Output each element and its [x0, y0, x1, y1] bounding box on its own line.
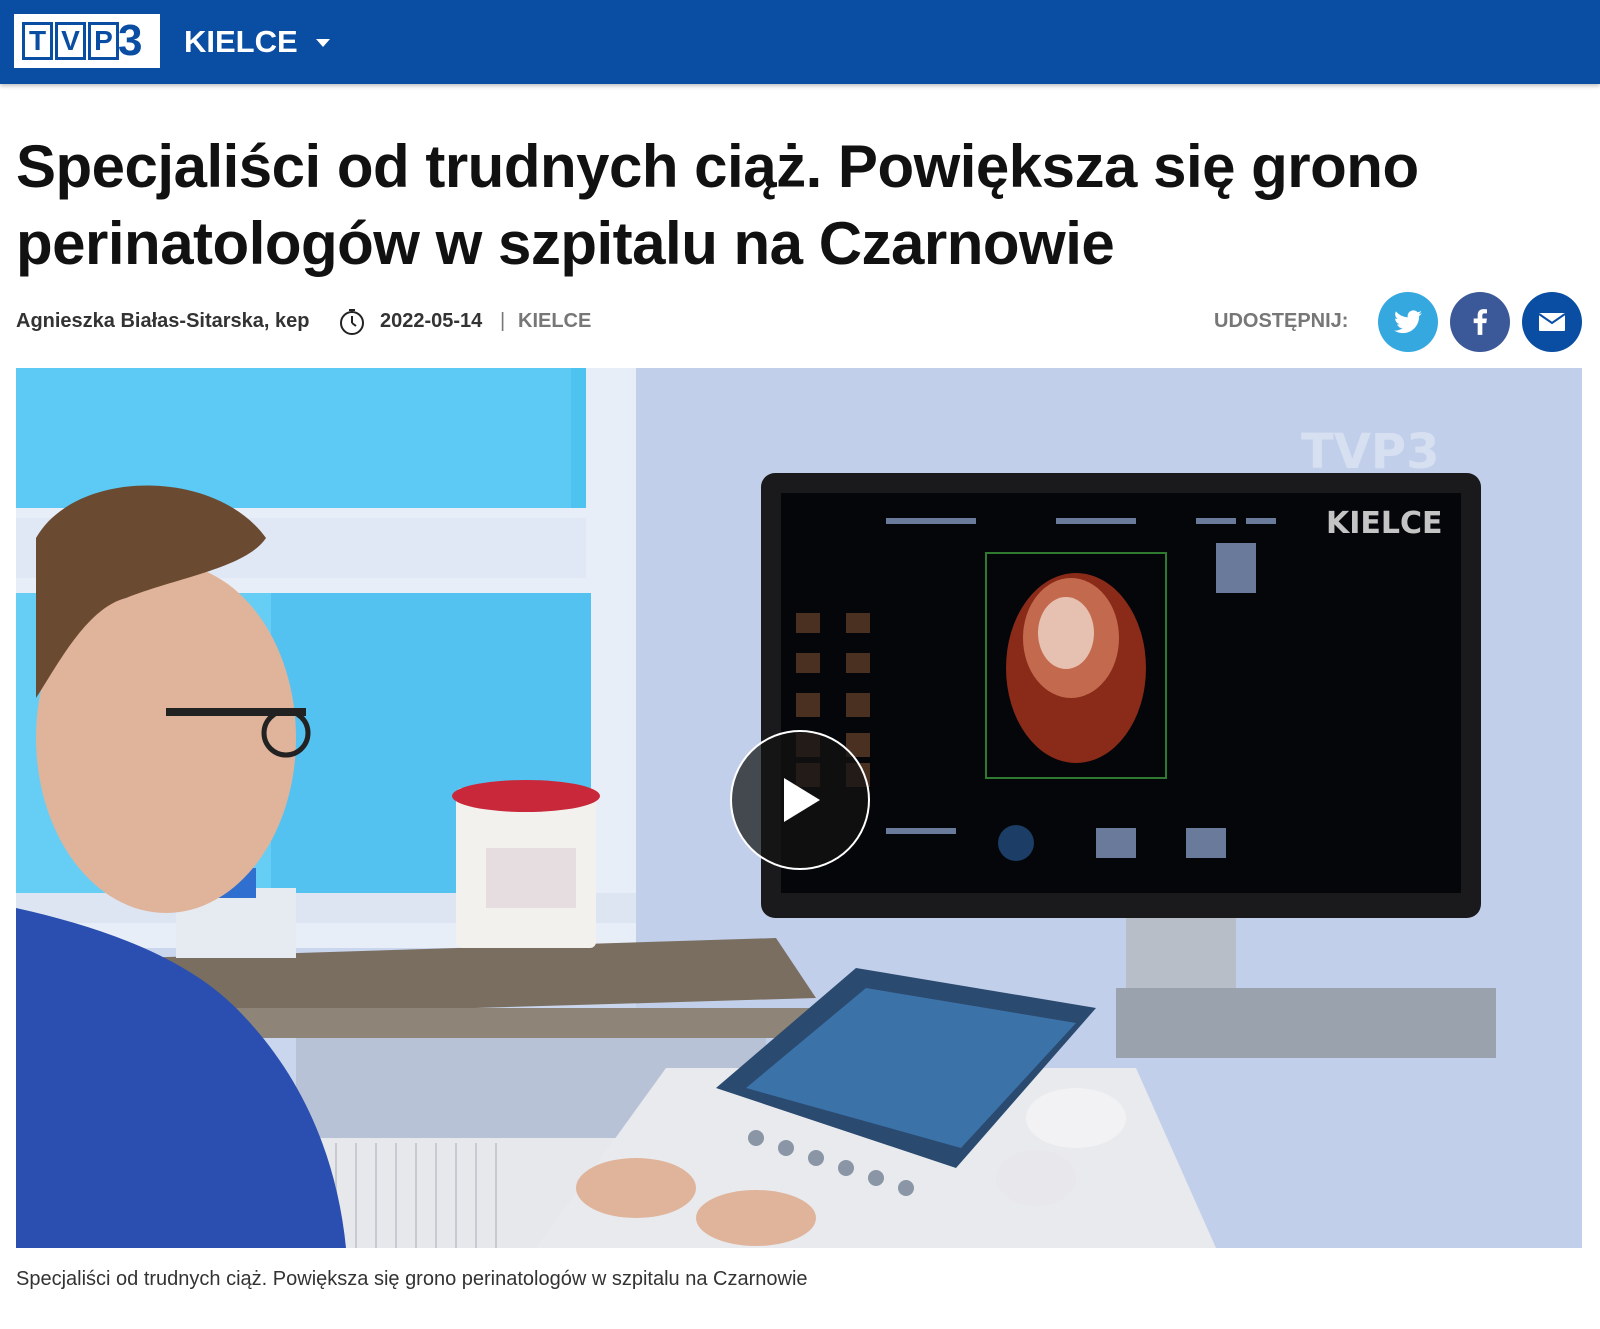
logo-letters: T V P — [22, 22, 121, 60]
share-twitter-button[interactable] — [1378, 292, 1438, 352]
play-button[interactable] — [730, 730, 870, 870]
share-email-button[interactable] — [1522, 292, 1582, 352]
clock-icon — [340, 309, 364, 335]
logo-letter: V — [55, 22, 86, 60]
publish-date: 2022-05-14 — [380, 310, 483, 332]
watermark-region: KIELCE — [1326, 506, 1443, 541]
email-icon — [1538, 313, 1566, 331]
article-meta: Agnieszka Białas-Sitarska, kep 2022-05-1… — [16, 292, 1586, 352]
logo-letter: P — [88, 22, 119, 60]
watermark-logo: TVP3 — [1301, 424, 1439, 480]
play-icon — [784, 778, 820, 822]
region-label: KIELCE — [184, 24, 298, 59]
image-caption: Specjaliści od trudnych ciąż. Powiększa … — [16, 1268, 808, 1290]
tvp3-logo[interactable]: T V P 3 — [14, 14, 160, 68]
share-label: UDOSTĘPNIJ: — [1214, 310, 1349, 332]
logo-number: 3 — [118, 16, 143, 65]
region-dropdown[interactable]: KIELCE — [184, 22, 330, 62]
chevron-down-icon — [315, 39, 330, 47]
video-player[interactable]: TVP3 KIELCE — [16, 368, 1582, 1248]
share-facebook-button[interactable] — [1450, 292, 1510, 352]
logo-letter: T — [22, 22, 53, 60]
region-link[interactable]: KIELCE — [518, 310, 591, 333]
article-title: Specjaliści od trudnych ciąż. Powiększa … — [16, 133, 1419, 277]
author-name: Agnieszka Białas-Sitarska, kep — [16, 310, 310, 332]
facebook-icon — [1473, 309, 1487, 335]
top-navigation-bar: T V P 3 KIELCE — [0, 0, 1600, 84]
twitter-icon — [1394, 310, 1422, 334]
meta-separator: | — [500, 310, 506, 332]
